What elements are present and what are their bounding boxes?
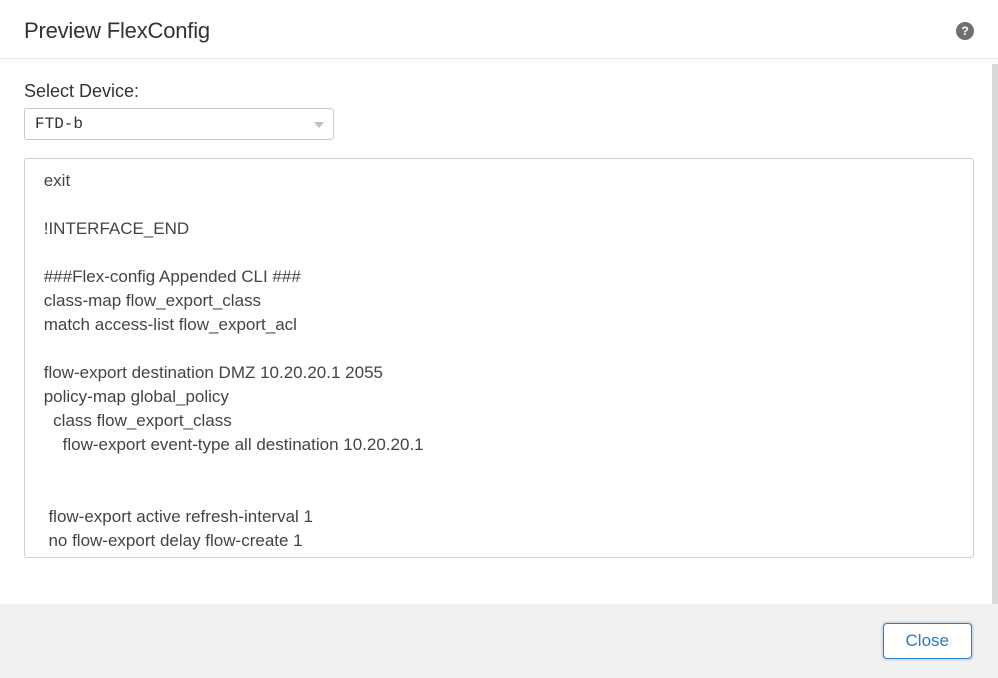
dialog-body: Select Device: FTD-b exit !INTERFACE_END… [0, 59, 998, 558]
scrollbar-vertical[interactable] [992, 64, 998, 604]
device-select[interactable]: FTD-b [24, 108, 334, 140]
close-button[interactable]: Close [883, 623, 972, 659]
dialog-title: Preview FlexConfig [24, 18, 210, 44]
device-select-value: FTD-b [35, 115, 83, 133]
dialog-header: Preview FlexConfig ? [0, 0, 998, 59]
device-select-wrap: FTD-b [24, 108, 334, 140]
select-device-label: Select Device: [24, 81, 974, 102]
dialog-footer: Close [0, 604, 998, 678]
config-output-text: exit !INTERFACE_END ###Flex-config Appen… [39, 169, 959, 558]
config-output-box[interactable]: exit !INTERFACE_END ###Flex-config Appen… [24, 158, 974, 558]
help-icon[interactable]: ? [956, 22, 974, 40]
